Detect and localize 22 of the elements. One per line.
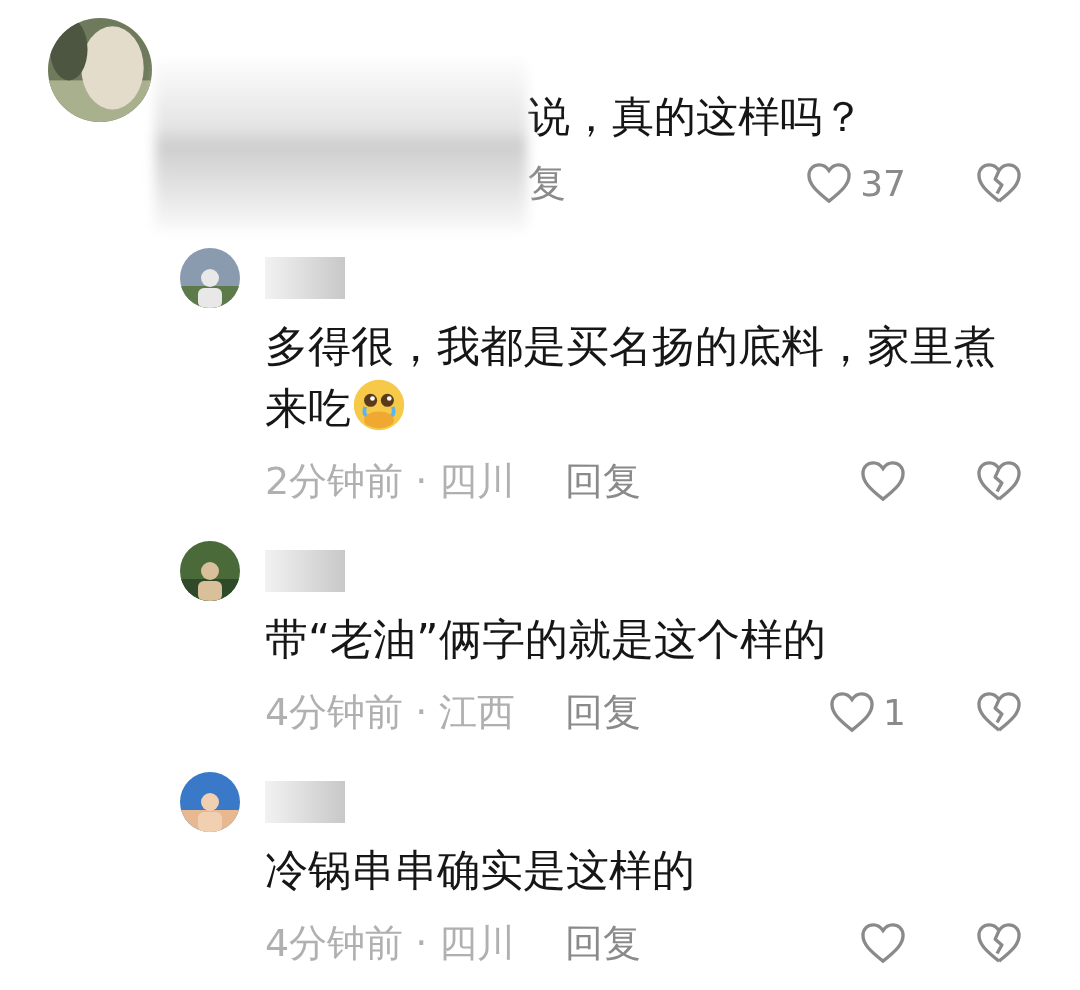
reply-link[interactable]: 回复 (565, 917, 642, 969)
reply-text: 带“老油”俩字的就是这个样的 (265, 613, 827, 666)
reply-text: 冷锅串串确实是这样的 (265, 844, 696, 897)
reply-link[interactable]: 复 (528, 157, 566, 209)
heart-icon[interactable] (806, 162, 853, 204)
comment-time: 2分钟前 · 四川 (265, 457, 516, 505)
reply-text: 多得很，我都是买名扬的底料，家里煮来吃 (265, 320, 997, 435)
reply-link[interactable]: 回复 (565, 686, 642, 738)
broken-heart-icon[interactable] (976, 460, 1022, 502)
heart-icon[interactable] (829, 691, 876, 733)
heart-icon[interactable] (860, 922, 906, 964)
heart-icon[interactable] (860, 460, 906, 502)
reply-link[interactable]: 回复 (565, 455, 642, 507)
broken-heart-icon[interactable] (976, 922, 1022, 964)
comment-time: 4分钟前 · 四川 (265, 919, 516, 967)
broken-heart-icon[interactable] (976, 691, 1022, 733)
comment-text: 说，真的这样吗？ (528, 91, 865, 143)
crying-emoji-icon (351, 377, 407, 433)
comment-time: 4分钟前 · 江西 (265, 688, 516, 736)
like-count: 37 (860, 162, 906, 204)
broken-heart-icon[interactable] (976, 162, 1022, 204)
like-count: 1 (883, 691, 906, 733)
